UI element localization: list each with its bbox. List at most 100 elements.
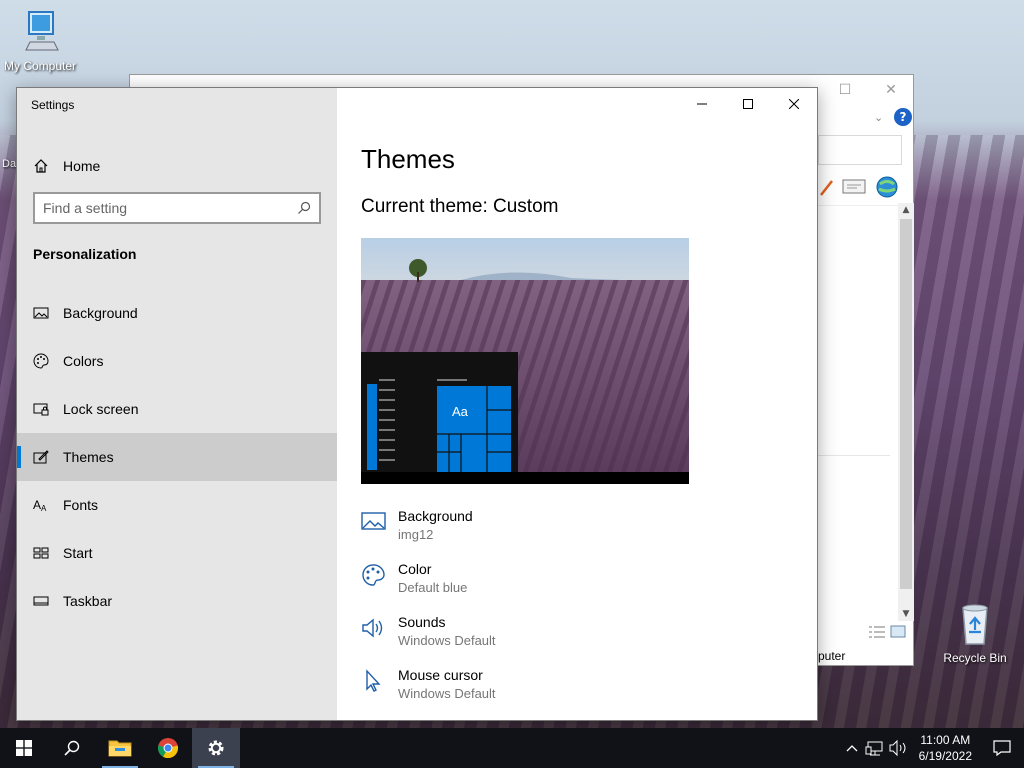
option-value: Windows Default (398, 633, 496, 648)
option-title: Mouse cursor (398, 667, 483, 683)
themes-icon (33, 450, 49, 464)
home-icon (34, 159, 48, 173)
svg-text:A: A (33, 498, 41, 512)
globe-icon[interactable] (874, 175, 900, 199)
palette-icon (362, 564, 385, 586)
chevron-up-icon[interactable] (839, 728, 865, 768)
palette-icon (33, 353, 49, 369)
maximize-icon[interactable]: ☐ (822, 75, 868, 105)
maximize-button[interactable] (725, 88, 771, 120)
gear-icon (208, 740, 224, 756)
maximize-icon (743, 99, 753, 109)
taskbar: 11:00 AM 6/19/2022 (0, 728, 1024, 768)
network-icon[interactable] (865, 728, 887, 768)
status-bar-text: puter (818, 649, 846, 663)
search-icon[interactable] (297, 201, 311, 215)
notification-icon (993, 740, 1011, 756)
cursor-icon (366, 669, 381, 692)
explorer-file-pane (818, 205, 900, 645)
close-button[interactable] (771, 88, 817, 120)
start-icon (33, 547, 49, 559)
option-title: Sounds (398, 614, 446, 630)
nav-item-colors[interactable]: Colors (17, 337, 337, 385)
address-bar[interactable] (818, 135, 902, 165)
nav-item-lock-screen[interactable]: Lock screen (17, 385, 337, 433)
minimize-icon (697, 103, 707, 105)
minimize-button[interactable] (679, 88, 725, 120)
scrollbar-thumb[interactable] (900, 219, 912, 589)
system-tray: 11:00 AM 6/19/2022 (839, 728, 1024, 768)
desktop-icon-my-computer[interactable]: My Computer (2, 10, 78, 73)
home-label: Home (63, 158, 101, 174)
envelope-icon[interactable] (842, 179, 866, 195)
search-button[interactable] (48, 728, 96, 768)
picture-icon (361, 512, 386, 530)
desktop-icon-partial[interactable]: Da (2, 158, 16, 170)
nav-item-label: Colors (63, 353, 104, 369)
nav-item-start[interactable]: Start (17, 529, 337, 577)
desktop-icon-recycle-bin[interactable]: Recycle Bin (940, 602, 1010, 665)
action-center-button[interactable] (980, 728, 1024, 768)
nav-item-fonts[interactable]: AA Fonts (17, 481, 337, 529)
clock[interactable]: 11:00 AM 6/19/2022 (911, 732, 980, 764)
speaker-icon (362, 618, 383, 638)
close-icon[interactable]: ✕ (868, 75, 914, 105)
option-title: Background (398, 508, 473, 524)
computer-icon (25, 11, 59, 51)
nav-item-label: Themes (63, 449, 114, 465)
theme-option-color[interactable]: Color Default blue (361, 561, 467, 595)
windows-logo-icon (16, 740, 32, 756)
nav-item-background[interactable]: Background (17, 289, 337, 337)
preview-tile-text: Aa (452, 404, 468, 419)
desktop-icon-label: Recycle Bin (943, 651, 1007, 665)
taskbar-chrome[interactable] (144, 728, 192, 768)
nav-item-label: Background (63, 305, 138, 321)
theme-option-mouse-cursor[interactable]: Mouse cursor Windows Default (361, 667, 496, 701)
details-view-icon[interactable] (868, 625, 886, 639)
nav-item-label: Taskbar (63, 593, 113, 609)
fonts-icon: AA (33, 498, 47, 513)
explorer-toolbar (818, 175, 914, 201)
nav-item-label: Lock screen (63, 401, 139, 417)
folder-icon (108, 740, 132, 757)
search-box[interactable] (33, 192, 321, 224)
search-icon (64, 740, 80, 756)
chrome-icon (157, 738, 179, 759)
clock-time: 11:00 AM (920, 733, 971, 747)
nav-item-themes[interactable]: Themes (17, 433, 337, 481)
help-icon[interactable]: ? (894, 108, 912, 126)
search-input[interactable] (43, 200, 297, 216)
nav-item-label: Fonts (63, 497, 99, 513)
option-value: Default blue (398, 580, 468, 595)
desktop-icon-label: Da (2, 158, 17, 170)
scroll-up-icon[interactable]: ▲ (898, 203, 914, 217)
large-icons-view-icon[interactable] (890, 625, 906, 639)
taskbar-settings[interactable] (192, 728, 240, 768)
taskbar-icon (33, 596, 49, 606)
chevron-down-icon[interactable]: ⌄ (874, 111, 883, 124)
volume-icon[interactable] (887, 728, 911, 768)
window-title: Settings (31, 98, 75, 112)
theme-option-sounds[interactable]: Sounds Windows Default (361, 614, 496, 648)
option-value: Windows Default (398, 686, 496, 701)
nav-item-taskbar[interactable]: Taskbar (17, 577, 337, 625)
pencil-icon[interactable] (818, 177, 836, 197)
section-title: Personalization (33, 246, 137, 262)
recycle-bin-icon (962, 604, 988, 645)
picture-icon (33, 307, 49, 319)
vertical-scrollbar[interactable]: ▲ ▼ (898, 203, 914, 621)
settings-nav: Background Colors Lock screen Themes AA … (17, 289, 337, 625)
theme-preview: Aa (361, 238, 689, 484)
start-button[interactable] (0, 728, 48, 768)
nav-item-label: Start (63, 545, 93, 561)
settings-sidebar: Settings Home Personalization Background… (17, 88, 337, 720)
theme-option-background[interactable]: Background img12 (361, 508, 473, 542)
settings-window[interactable]: Settings Home Personalization Background… (16, 87, 818, 721)
option-title: Color (398, 561, 432, 577)
svg-text:A: A (41, 504, 47, 513)
taskbar-file-explorer[interactable] (96, 728, 144, 768)
scroll-down-icon[interactable]: ▼ (898, 607, 914, 621)
home-link[interactable]: Home (17, 148, 337, 184)
settings-content: Themes Current theme: Custom Aa Backgrou… (337, 88, 817, 720)
option-value: img12 (398, 527, 434, 542)
